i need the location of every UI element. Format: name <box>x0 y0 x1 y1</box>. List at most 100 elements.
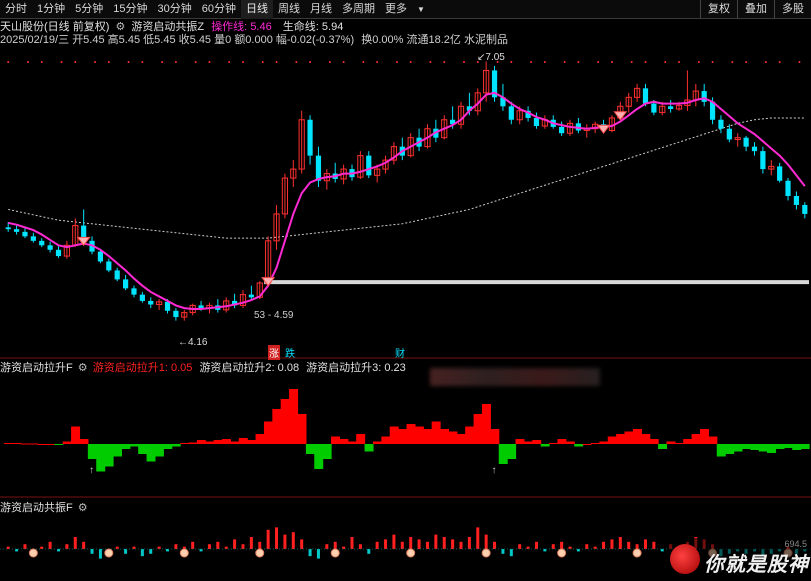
momentum-bar <box>557 439 567 444</box>
candle-body <box>726 128 732 140</box>
momentum-bar <box>473 414 483 444</box>
momentum-bar <box>465 426 475 444</box>
resonance-bar <box>258 541 262 549</box>
momentum-bar <box>364 444 374 452</box>
momentum-bar <box>205 441 215 444</box>
momentum-bar <box>632 429 642 444</box>
signal-dot <box>26 61 29 63</box>
momentum-bar <box>356 434 366 444</box>
panel3-title[interactable]: 游资启动共振F <box>0 502 73 514</box>
panel2-title[interactable]: 游资启动拉升F <box>0 362 73 374</box>
signal-dot <box>463 61 466 63</box>
momentum-bar <box>4 443 13 444</box>
resonance-bar <box>551 544 555 549</box>
kline-chart[interactable]: ↑ ↑ <box>0 0 811 581</box>
candle-body <box>559 126 565 134</box>
momentum-bar <box>230 441 240 444</box>
money-bag-icon <box>632 548 642 558</box>
signal-dot <box>510 61 513 63</box>
blurred-overlay <box>430 368 600 386</box>
money-bag-icon <box>330 548 340 558</box>
signal-dot <box>409 61 412 63</box>
high-price-label: ↙7.05 <box>477 52 505 63</box>
resonance-bar <box>392 534 396 549</box>
momentum-bar <box>624 431 634 444</box>
signal-dot <box>7 61 10 63</box>
watermark-logo: 你就是股神 694.5 <box>668 538 811 581</box>
momentum-bar <box>238 438 248 444</box>
candle-body <box>139 294 145 301</box>
candle-body <box>793 195 800 205</box>
resonance-bar <box>451 539 455 549</box>
momentum-bar <box>280 399 290 444</box>
candle-body <box>701 91 707 102</box>
settings-icon[interactable]: ⚙ <box>78 502 88 514</box>
momentum-bar <box>347 441 357 444</box>
candle-body <box>315 155 322 181</box>
signal-dot <box>630 61 633 63</box>
arrow-marker: ↑ <box>89 465 94 476</box>
momentum-bar <box>750 444 760 450</box>
resonance-bar <box>23 544 27 549</box>
marker-down[interactable]: 跌 <box>285 345 295 360</box>
panel2-line3: 游资启动拉升3: 0.23 <box>306 362 406 374</box>
momentum-bar <box>590 443 600 444</box>
signal-dot <box>664 61 667 63</box>
resonance-bar <box>241 544 245 549</box>
support-label: 53 - 4.59 <box>254 310 294 321</box>
momentum-bar <box>37 444 47 445</box>
resonance-bar <box>333 541 337 549</box>
momentum-bar <box>255 434 265 444</box>
candle-body <box>30 236 36 241</box>
bull-icon <box>670 544 700 574</box>
momentum-bar <box>767 444 777 453</box>
settings-icon[interactable]: ⚙ <box>78 362 88 374</box>
candle-body <box>198 305 204 309</box>
momentum-bar <box>272 409 282 444</box>
momentum-bar <box>297 414 307 444</box>
candle-body <box>248 294 254 298</box>
signal-dot <box>711 61 714 63</box>
resonance-bar <box>266 529 270 549</box>
signal-dot <box>443 61 446 63</box>
signal-dot <box>295 61 298 63</box>
resonance-bar <box>207 544 211 549</box>
panel2-line2: 游资启动拉升2: 0.08 <box>199 362 300 374</box>
momentum-bar <box>104 444 114 467</box>
momentum-bar <box>431 421 441 444</box>
resonance-bar <box>476 527 480 549</box>
candle-body <box>802 204 808 214</box>
momentum-bar <box>305 444 315 454</box>
candle-body <box>668 106 674 109</box>
marker-up[interactable]: 涨 <box>268 345 280 360</box>
momentum-bar <box>498 444 508 464</box>
candle-body <box>55 249 62 257</box>
momentum-bar <box>716 444 726 457</box>
candle-body <box>533 117 540 127</box>
marker-finance[interactable]: 财 <box>395 345 405 360</box>
resonance-bar <box>560 541 564 549</box>
momentum-bar <box>599 441 609 444</box>
momentum-bar <box>12 443 22 444</box>
momentum-bar <box>87 444 97 459</box>
high-price-value: 7.05 <box>485 52 505 63</box>
life-line <box>8 117 805 239</box>
momentum-bar <box>20 443 30 445</box>
resonance-bar <box>501 549 505 554</box>
panel2-header: 游资启动拉升F ⚙ 游资启动拉升1: 0.05 游资启动拉升2: 0.08 游资… <box>0 362 406 375</box>
signal-dot <box>342 61 345 63</box>
resonance-bar <box>459 541 463 549</box>
signal-dot <box>376 61 379 63</box>
momentum-bar <box>163 444 173 449</box>
momentum-bar <box>800 444 810 449</box>
low-price-value: 4.16 <box>188 337 208 348</box>
momentum-bar <box>79 439 89 444</box>
buy-signal-icon <box>596 124 611 135</box>
momentum-bar <box>54 444 64 445</box>
money-bag-icon <box>28 548 38 558</box>
momentum-bar <box>129 444 139 447</box>
resonance-bar <box>73 537 77 549</box>
candle-body <box>39 240 45 246</box>
candle-body <box>148 300 154 305</box>
signal-dot <box>678 61 681 63</box>
